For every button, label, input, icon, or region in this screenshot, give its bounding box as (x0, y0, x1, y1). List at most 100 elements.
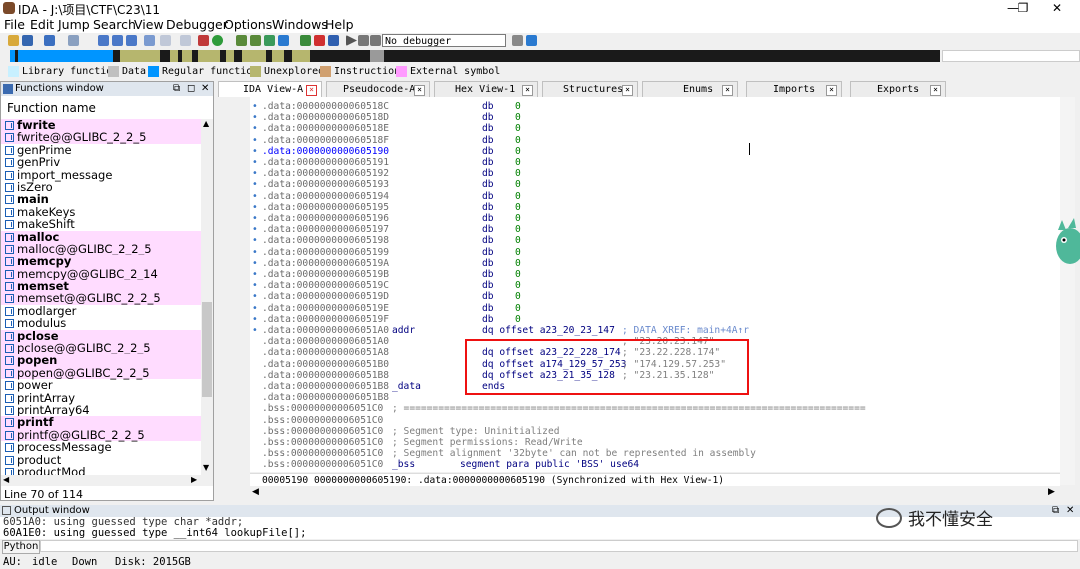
function-name-column[interactable]: Function name (1, 97, 213, 120)
close-output-icon[interactable]: ✕ (1066, 505, 1074, 517)
mark-icon[interactable] (314, 35, 325, 46)
jump-icon[interactable] (98, 35, 109, 46)
tab-exports[interactable]: Exports × (850, 81, 946, 97)
disasm-line[interactable]: • .data:000000000060518F db 0 (250, 135, 1050, 146)
debug-options-icon[interactable] (512, 35, 523, 46)
disasm-line[interactable]: • .data:000000000060518D db 0 (250, 112, 1050, 123)
disasm-line[interactable]: .bss:00000000006051C0 _bss segment para pu… (250, 459, 1050, 470)
tab-close-icon[interactable]: × (306, 85, 317, 96)
tab-close-icon[interactable]: × (522, 85, 533, 96)
patch-icon[interactable] (300, 35, 311, 46)
data-icon[interactable] (250, 35, 261, 46)
disasm-line[interactable]: • .data:0000000000605198 db 0 (250, 235, 1050, 246)
tab-enums[interactable]: Enums × (642, 81, 738, 97)
disassembly-hscroll[interactable]: ◀ ▶ (250, 487, 1060, 501)
tab-close-icon[interactable]: × (722, 85, 733, 96)
disasm-line[interactable]: • .data:0000000000605195 db 0 (250, 202, 1050, 213)
disasm-operand: 0 (515, 112, 521, 124)
disasm-line[interactable]: • .data:0000000000605196 db 0 (250, 213, 1050, 224)
scroll-right-icon[interactable]: ▶ (1048, 487, 1055, 497)
search2-icon[interactable] (160, 35, 171, 46)
disasm-line[interactable]: • .data:000000000060519E db 0 (250, 303, 1050, 314)
open-icon[interactable] (8, 35, 19, 46)
disasm-line[interactable]: • .data:000000000060518E db 0 (250, 123, 1050, 134)
menu-help[interactable]: Help (325, 17, 354, 32)
tab-pseudocode-a[interactable]: Pseudocode-A × (326, 81, 430, 97)
tab-close-icon[interactable]: × (826, 85, 837, 96)
undefine-icon[interactable] (278, 35, 289, 46)
run-icon[interactable] (212, 35, 223, 46)
python-button[interactable]: Python (2, 540, 40, 554)
tab-close-icon[interactable]: × (622, 85, 633, 96)
disasm-line[interactable]: .bss:00000000006051C0 (250, 415, 1050, 426)
disasm-line[interactable]: .bss:00000000006051C0 ; Segment alignment… (250, 448, 1050, 459)
float-icon[interactable]: ⧉ (173, 82, 180, 96)
graph-icon[interactable] (198, 35, 209, 46)
disasm-line[interactable]: • .data:0000000000605194 db 0 (250, 191, 1050, 202)
segment-icon[interactable] (328, 35, 339, 46)
pause-icon[interactable] (358, 35, 369, 46)
close-panel-icon[interactable]: ✕ (201, 82, 209, 96)
tab-imports[interactable]: Imports × (746, 81, 842, 97)
navigation-band[interactable] (10, 50, 940, 62)
disassembly-scrollbar[interactable] (1060, 97, 1075, 485)
menu-debugger[interactable]: Debugger (166, 17, 228, 32)
disasm-line[interactable]: • .data:0000000000605197 db 0 (250, 224, 1050, 235)
menu-search[interactable]: Search (93, 17, 136, 32)
disasm-line[interactable]: • .data:000000000060519C db 0 (250, 280, 1050, 291)
disasm-line[interactable]: • .data:000000000060519A db 0 (250, 258, 1050, 269)
scroll-down-icon[interactable]: ▼ (203, 463, 209, 472)
scroll-up-icon[interactable]: ▲ (203, 119, 209, 128)
disasm-line[interactable]: .bss:00000000006051C0 ; =================… (250, 403, 1050, 414)
close-button[interactable]: ✕ (1034, 0, 1080, 16)
disasm-line[interactable]: • .data:0000000000605191 db 0 (250, 157, 1050, 168)
tab-hex-view-1[interactable]: Hex View-1 × (434, 81, 538, 97)
menu-file[interactable]: File (4, 17, 25, 32)
disasm-line[interactable]: • .data:0000000000605190 db 0 (250, 146, 1050, 157)
pin-icon[interactable]: ◻ (187, 82, 195, 96)
disasm-mnemonic: db (482, 313, 494, 325)
tab-ida-view-a[interactable]: IDA View-A × (218, 81, 322, 97)
disasm-line[interactable]: • .data:0000000000605192 db 0 (250, 168, 1050, 179)
disasm-line[interactable]: • .data:0000000000605193 db 0 (250, 179, 1050, 190)
jump2-icon[interactable] (112, 35, 123, 46)
functions-scrollbar[interactable]: ▲ ▼ (201, 119, 213, 475)
disasm-line[interactable]: • .data:000000000060518C db 0 (250, 101, 1050, 112)
code-icon[interactable] (236, 35, 247, 46)
menu-jump[interactable]: Jump (58, 17, 90, 32)
struct-icon[interactable] (264, 35, 275, 46)
float-icon[interactable]: ⧉ (1052, 505, 1059, 517)
tab-close-icon[interactable]: × (930, 85, 941, 96)
scroll-left-icon[interactable]: ◀ (252, 487, 259, 497)
search-icon[interactable] (144, 35, 155, 46)
attach-icon[interactable] (526, 35, 537, 46)
disasm-line[interactable]: • .data:000000000060519D db 0 (250, 291, 1050, 302)
tab-close-icon[interactable]: × (414, 85, 425, 96)
navband-zoom[interactable] (942, 50, 1080, 62)
functions-hscroll[interactable]: ◀ ▶ (1, 475, 213, 486)
menu-windows[interactable]: Windows (272, 17, 328, 32)
forward-icon[interactable] (68, 35, 79, 46)
menu-view[interactable]: View (134, 17, 164, 32)
disasm-address: .data:000000000060518F (262, 134, 390, 146)
stop-icon[interactable] (370, 35, 381, 46)
disasm-line[interactable]: • .data:00000000006051A0 addr dq offset a23… (250, 325, 1050, 336)
command-input[interactable] (40, 540, 1078, 552)
menu-edit[interactable]: Edit (30, 17, 54, 32)
disasm-line[interactable]: .bss:00000000006051C0 ; Segment permissio… (250, 437, 1050, 448)
start-debug-icon[interactable] (346, 35, 357, 46)
text-icon[interactable] (180, 35, 191, 46)
tab-structures[interactable]: Structures × (542, 81, 638, 97)
jump3-icon[interactable] (126, 35, 137, 46)
disasm-line[interactable]: .bss:00000000006051C0 ; Segment type: Uni… (250, 426, 1050, 437)
disasm-line[interactable]: • .data:000000000060519B db 0 (250, 269, 1050, 280)
scroll-thumb[interactable] (202, 302, 212, 397)
disasm-line[interactable]: • .data:000000000060519F db 0 (250, 314, 1050, 325)
disasm-mnemonic: db (482, 145, 494, 157)
back-icon[interactable] (44, 35, 55, 46)
disassembly-view[interactable]: • .data:000000000060518C db 0 • .data:0000000… (250, 97, 1060, 472)
menu-options[interactable]: Options (224, 17, 272, 32)
debugger-select[interactable]: No debugger (382, 34, 506, 47)
disasm-line[interactable]: • .data:0000000000605199 db 0 (250, 247, 1050, 258)
save-icon[interactable] (22, 35, 33, 46)
